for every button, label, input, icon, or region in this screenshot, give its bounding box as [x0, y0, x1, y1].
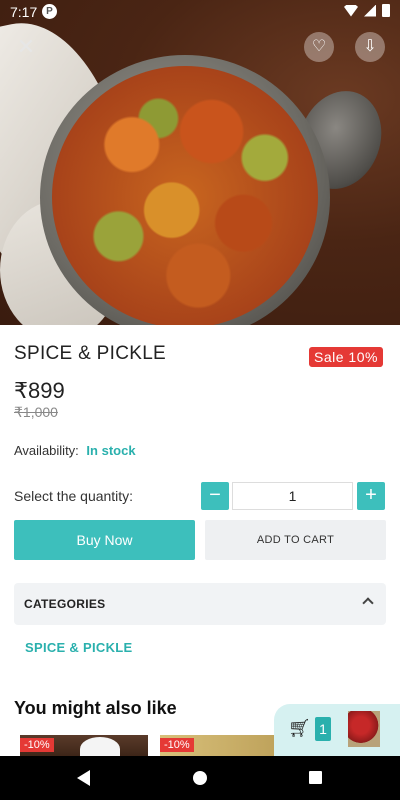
chevron-up-icon — [362, 597, 374, 609]
close-button[interactable]: ✕ — [11, 32, 41, 62]
status-icons — [344, 4, 390, 17]
recents-icon[interactable] — [309, 771, 322, 784]
cart-count: 1 — [315, 717, 331, 741]
discount-badge: -10% — [160, 738, 194, 752]
recommendations-heading: You might also like — [14, 698, 177, 718]
quantity-increase-button[interactable]: + — [357, 482, 385, 510]
categories-accordion[interactable]: CATEGORIES — [14, 583, 386, 625]
add-to-cart-button[interactable]: ADD TO CART — [205, 520, 386, 560]
cart-icon: 🛒︎ — [288, 718, 311, 738]
recommended-product-card[interactable]: -10% — [20, 735, 148, 757]
original-price: ₹1,000 — [14, 404, 58, 420]
home-icon[interactable] — [193, 771, 207, 785]
product-price: ₹899 — [14, 378, 65, 403]
status-time: 7:17 — [10, 4, 38, 20]
quantity-input[interactable]: 1 — [232, 482, 353, 510]
back-icon[interactable] — [77, 770, 90, 786]
share-button[interactable]: ⇩ — [355, 32, 385, 62]
product-thumbnail — [80, 737, 120, 757]
system-nav-bar — [0, 756, 400, 800]
categories-title: CATEGORIES — [24, 597, 106, 611]
recommended-product-card[interactable]: -10% — [160, 735, 274, 757]
quantity-decrease-button[interactable]: − — [201, 482, 229, 510]
availability-value: In stock — [86, 443, 136, 458]
availability: Availability: In stock — [14, 443, 136, 458]
status-bar: 7:17 P — [0, 0, 400, 24]
availability-label: Availability: — [14, 443, 79, 458]
cart-item-thumbnail — [348, 711, 380, 747]
product-title: SPICE & PICKLE — [14, 343, 167, 364]
product-image — [0, 0, 400, 325]
pickle-food — [52, 66, 318, 325]
category-link[interactable]: SPICE & PICKLE — [25, 640, 133, 655]
sale-badge: Sale 10% — [309, 347, 383, 367]
buy-now-button[interactable]: Buy Now — [14, 520, 195, 560]
discount-badge: -10% — [20, 738, 54, 752]
wifi-icon — [344, 4, 358, 17]
quantity-label: Select the quantity: — [14, 488, 134, 504]
app-notification-icon: P — [42, 4, 57, 19]
battery-icon — [382, 4, 390, 17]
favorite-button[interactable]: ♡ — [304, 32, 334, 62]
signal-icon — [364, 4, 376, 17]
floating-cart[interactable]: 🛒︎ 1 — [274, 704, 400, 756]
